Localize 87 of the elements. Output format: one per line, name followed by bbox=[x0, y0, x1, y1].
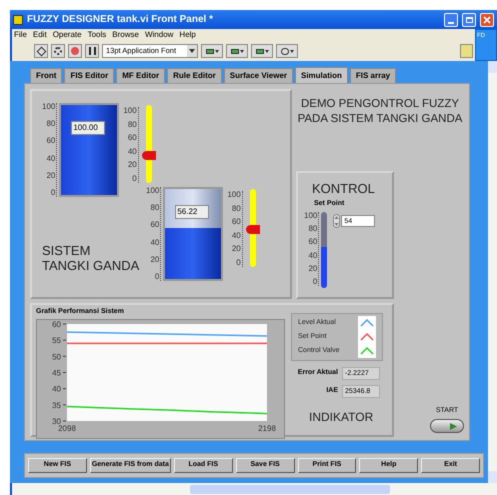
slider-thumb[interactable] bbox=[142, 150, 156, 160]
scale-label: 0 bbox=[312, 278, 318, 286]
x-tick: 2098 bbox=[58, 424, 76, 432]
tab[interactable]: FIS array bbox=[350, 68, 396, 83]
y-tick: 50 bbox=[52, 352, 66, 361]
scale-label: 20 bbox=[150, 256, 160, 264]
horizontal-scrollbar[interactable] bbox=[10, 483, 497, 495]
scale-label: 20 bbox=[46, 172, 56, 180]
slider-thumb[interactable] bbox=[246, 224, 260, 234]
scale-label: 80 bbox=[128, 120, 137, 129]
close-button[interactable] bbox=[480, 12, 494, 26]
scale-label: 40 bbox=[128, 148, 137, 156]
setpoint-slider[interactable] bbox=[321, 212, 328, 288]
scale-label: 0 bbox=[132, 174, 137, 183]
window-title: FUZZY DESIGNER tank.vi Front Panel * bbox=[27, 13, 214, 27]
y-tick: 30 bbox=[52, 416, 66, 426]
tank-reading: 56.22 bbox=[175, 205, 210, 219]
tank-reading: 100.00 bbox=[71, 121, 106, 135]
tab[interactable]: Front bbox=[30, 68, 62, 83]
y-tick: 35 bbox=[52, 400, 66, 410]
caret-icon bbox=[189, 49, 195, 53]
menu-item[interactable]: Window bbox=[144, 29, 174, 41]
scale-label: 60 bbox=[150, 221, 160, 230]
scale-label: 60 bbox=[46, 137, 56, 146]
tab[interactable]: Surface Viewer bbox=[224, 68, 293, 83]
tab[interactable]: Simulation bbox=[295, 67, 348, 83]
maximize-icon bbox=[466, 16, 472, 22]
scale-label: 40 bbox=[308, 252, 318, 260]
menu-item[interactable]: Browse bbox=[112, 29, 139, 41]
minimize-icon bbox=[448, 22, 454, 24]
scale-label: 0 bbox=[236, 258, 241, 267]
scale-label: 40 bbox=[150, 238, 160, 247]
tab[interactable]: FIS Editor bbox=[64, 68, 114, 83]
scale-label: 20 bbox=[308, 264, 318, 273]
indicator-title: INDIKATOR bbox=[308, 409, 374, 426]
scale-label: 20 bbox=[128, 161, 137, 170]
y-tick: 60 bbox=[52, 320, 66, 328]
vertical-scrollbar[interactable] bbox=[488, 61, 497, 483]
demo-heading: DEMO PENGONTROL FUZZY PADA SISTEM TANGKI GANDA bbox=[296, 97, 464, 127]
menu-item[interactable]: Help bbox=[179, 29, 196, 41]
scale-label: 100 bbox=[304, 212, 318, 220]
maximize-button[interactable] bbox=[462, 12, 476, 26]
scale-label: 20 bbox=[232, 245, 241, 254]
scale-label: 100 bbox=[227, 191, 241, 199]
y-tick-label: 50 bbox=[52, 352, 62, 361]
x-tick: 2198 bbox=[258, 424, 276, 432]
close-icon bbox=[483, 16, 491, 24]
valve-slider[interactable] bbox=[142, 105, 156, 183]
y-tick: 40 bbox=[52, 384, 66, 394]
scale-label: 40 bbox=[46, 154, 56, 163]
app-icon bbox=[13, 14, 23, 24]
scale-label: 40 bbox=[232, 232, 241, 240]
scale-label: 60 bbox=[232, 218, 241, 226]
start-button[interactable] bbox=[430, 419, 464, 433]
spin-arrows-icon[interactable] bbox=[333, 214, 340, 228]
scale-label: 100 bbox=[123, 107, 137, 115]
scale-label: 80 bbox=[150, 204, 160, 212]
scale-label: 60 bbox=[128, 134, 137, 142]
y-tick-label: 45 bbox=[52, 368, 62, 377]
scale-label: 0 bbox=[50, 188, 56, 197]
scale-label: 80 bbox=[308, 225, 318, 234]
menu-item[interactable]: File bbox=[14, 29, 27, 41]
control-title: KONTROL bbox=[311, 180, 376, 198]
play-icon bbox=[450, 422, 457, 430]
run-arrow-icon[interactable] bbox=[34, 44, 48, 58]
scale-label: 100 bbox=[42, 103, 56, 111]
tab[interactable]: MF Editor bbox=[116, 68, 166, 83]
y-tick: 45 bbox=[52, 368, 66, 377]
scale-label: 80 bbox=[232, 204, 241, 213]
minimize-button[interactable] bbox=[444, 12, 458, 26]
tab[interactable]: Rule Editor bbox=[167, 68, 222, 83]
scale-label: 100 bbox=[146, 187, 160, 195]
system-title: SISTEM TANGKI GANDA bbox=[42, 243, 140, 273]
menu-item[interactable]: Edit bbox=[32, 29, 47, 41]
y-tick-label: 35 bbox=[52, 400, 62, 410]
y-tick-label: 60 bbox=[52, 320, 62, 328]
menu-item[interactable]: Operate bbox=[52, 29, 82, 41]
y-tick-label: 40 bbox=[52, 384, 62, 394]
pause-icon[interactable] bbox=[85, 44, 99, 58]
scale-label: 60 bbox=[308, 238, 318, 246]
valve-slider[interactable] bbox=[246, 189, 260, 267]
menu-item[interactable]: Tools bbox=[88, 29, 106, 41]
y-tick-label: 30 bbox=[52, 416, 62, 426]
y-tick: 55 bbox=[52, 336, 66, 345]
y-tick-label: 55 bbox=[52, 336, 62, 345]
scale-label: 0 bbox=[154, 272, 160, 281]
scale-label: 80 bbox=[46, 120, 56, 128]
